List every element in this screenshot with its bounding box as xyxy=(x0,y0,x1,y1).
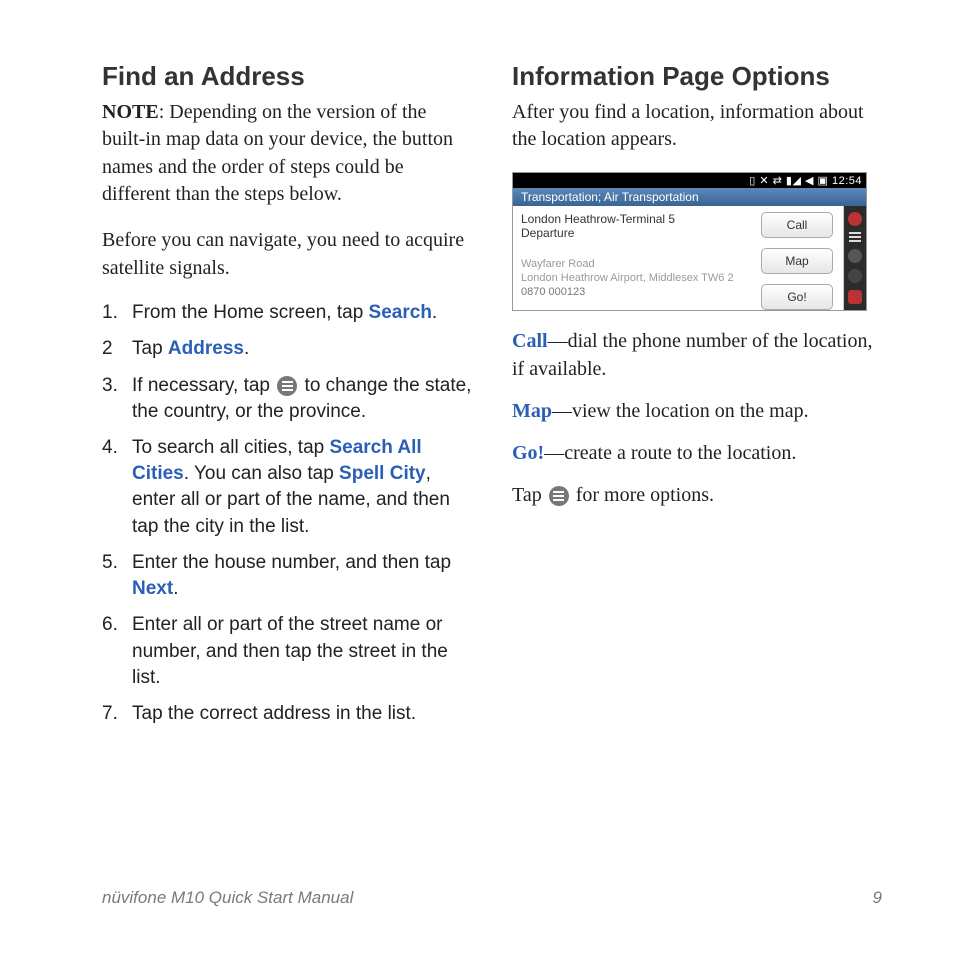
go-button[interactable]: Go! xyxy=(761,284,833,310)
map-button[interactable]: Map xyxy=(761,248,833,274)
page-footer: nüvifone M10 Quick Start Manual 9 xyxy=(102,888,882,908)
step-7: Tap the correct address in the list. xyxy=(102,701,472,727)
sidebar-icon-1[interactable] xyxy=(848,212,862,226)
sidebar-icon-3[interactable] xyxy=(848,269,862,283)
status-time: 12:54 xyxy=(832,175,862,187)
step-3: If necessary, tap to change the state, t… xyxy=(102,373,472,425)
tap-more: Tap for more options. xyxy=(512,481,882,509)
keyword-next: Next xyxy=(132,578,173,599)
breadcrumb-bar: Transportation; Air Transportation xyxy=(513,188,866,206)
footer-page-number: 9 xyxy=(873,888,882,908)
status-icons: ▯ ✕ ⇄ ▮◢ ◀ ▣ xyxy=(749,175,832,187)
term-go: Go! xyxy=(512,442,544,464)
def-call: Call—dial the phone number of the locati… xyxy=(512,327,882,383)
steps-list: From the Home screen, tap Search. Tap Ad… xyxy=(102,300,472,727)
definitions: Call—dial the phone number of the locati… xyxy=(512,327,882,509)
step-4: To search all cities, tap Search All Cit… xyxy=(102,435,472,540)
step-5: Enter the house number, and then tap Nex… xyxy=(102,550,472,602)
call-button[interactable]: Call xyxy=(761,212,833,238)
def-map: Map—view the location on the map. xyxy=(512,397,882,425)
menu-icon xyxy=(277,376,297,396)
side-toolbar xyxy=(844,206,866,310)
intro-paragraph: After you find a location, information a… xyxy=(512,99,882,154)
paragraph-satellite: Before you can navigate, you need to acq… xyxy=(102,227,472,282)
def-go: Go!—create a route to the location. xyxy=(512,439,882,467)
note-paragraph: NOTE: Depending on the version of the bu… xyxy=(102,99,472,209)
term-map: Map xyxy=(512,400,552,422)
heading-find-address: Find an Address xyxy=(102,62,472,91)
sidebar-menu-icon[interactable] xyxy=(849,232,861,242)
step-1: From the Home screen, tap Search. xyxy=(102,300,472,326)
keyword-search: Search xyxy=(369,302,432,323)
step-6: Enter all or part of the street name or … xyxy=(102,612,472,691)
step-2: Tap Address. xyxy=(102,336,472,362)
device-screenshot: ▯ ✕ ⇄ ▮◢ ◀ ▣ 12:54 Transportation; Air T… xyxy=(512,172,867,311)
keyword-address: Address xyxy=(168,338,244,359)
note-lead: NOTE xyxy=(102,101,159,123)
sidebar-icon-2[interactable] xyxy=(848,249,862,263)
keyword-spell-city: Spell City xyxy=(339,463,426,484)
sidebar-windows-icon[interactable] xyxy=(848,290,862,304)
footer-title: nüvifone M10 Quick Start Manual xyxy=(102,888,353,908)
term-call: Call xyxy=(512,330,548,352)
heading-info-options: Information Page Options xyxy=(512,62,882,91)
status-bar: ▯ ✕ ⇄ ▮◢ ◀ ▣ 12:54 xyxy=(513,173,866,188)
menu-icon xyxy=(549,486,569,506)
